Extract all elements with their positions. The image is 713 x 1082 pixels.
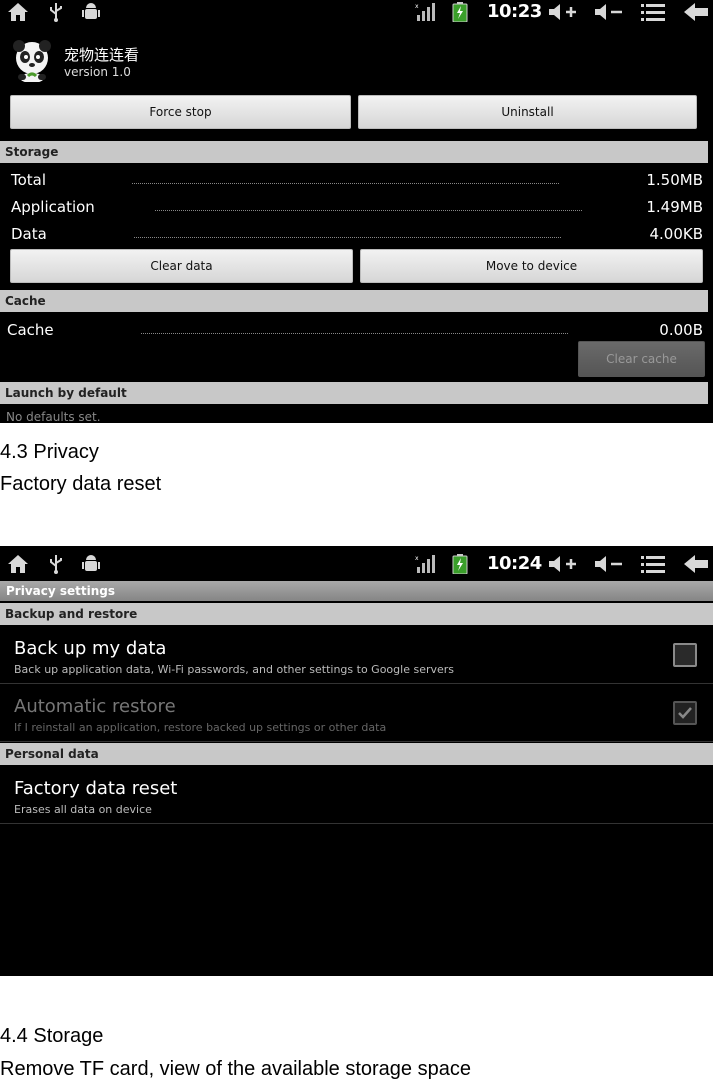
factory-data-reset-item[interactable]: Factory data reset Erases all data on de… <box>0 766 713 824</box>
row-label: Cache <box>7 321 54 339</box>
android-debug-icon <box>80 2 102 22</box>
svg-text:x: x <box>415 3 419 10</box>
battery-charging-icon <box>450 2 470 22</box>
page-title: Privacy settings <box>0 581 713 601</box>
clear-data-button[interactable]: Clear data <box>10 249 353 283</box>
svg-text:x: x <box>415 555 419 562</box>
force-stop-button[interactable]: Force stop <box>10 95 351 129</box>
automatic-restore-item[interactable]: Automatic restore If I reinstall an appl… <box>0 684 713 742</box>
pref-title: Automatic restore <box>14 696 176 717</box>
privacy-settings-screenshot: x 10:24 Privacy settings Backup and rest… <box>0 546 713 976</box>
backup-my-data-item[interactable]: Back up my data Back up application data… <box>0 626 713 684</box>
clock: 10:24 <box>487 553 542 574</box>
battery-charging-icon <box>450 554 470 574</box>
volume-down-icon[interactable] <box>592 554 624 574</box>
row-value: 1.50MB <box>646 171 703 189</box>
storage-description: Remove TF card, view of the available st… <box>0 1058 471 1080</box>
pref-title: Factory data reset <box>14 778 178 799</box>
signal-icon: x <box>414 2 438 22</box>
row-label: Application <box>11 198 95 216</box>
uninstall-button[interactable]: Uninstall <box>358 95 697 129</box>
app-name: 宠物连连看 <box>64 46 140 64</box>
signal-icon: x <box>414 554 438 574</box>
usb-icon <box>46 2 66 22</box>
pref-summary: If I reinstall an application, restore b… <box>14 721 387 734</box>
launch-section-header: Launch by default <box>0 382 708 404</box>
storage-row-total: Total 1.50MB <box>0 167 713 193</box>
clear-cache-button[interactable]: Clear cache <box>578 341 705 377</box>
volume-up-icon[interactable] <box>546 2 578 22</box>
clock: 10:23 <box>487 1 542 22</box>
menu-icon[interactable] <box>639 2 667 22</box>
row-value: 4.00KB <box>649 225 703 243</box>
volume-up-icon[interactable] <box>546 554 578 574</box>
no-defaults-text: No defaults set. <box>6 410 101 423</box>
dotted-leader <box>134 237 561 238</box>
storage-row-application: Application 1.49MB <box>0 194 713 220</box>
dotted-leader <box>155 210 582 211</box>
pref-summary: Erases all data on device <box>14 803 152 816</box>
android-debug-icon <box>80 554 102 574</box>
status-bar: x 10:24 <box>0 552 713 576</box>
back-icon[interactable] <box>682 554 710 574</box>
home-icon[interactable] <box>5 554 31 574</box>
cache-row: Cache 0.00B <box>0 317 713 343</box>
row-value: 0.00B <box>659 321 703 339</box>
checkmark-icon <box>678 707 692 719</box>
move-to-device-button[interactable]: Move to device <box>360 249 703 283</box>
dotted-leader <box>141 333 568 334</box>
home-icon[interactable] <box>5 2 31 22</box>
pref-title: Back up my data <box>14 638 167 659</box>
usb-icon <box>46 554 66 574</box>
menu-icon[interactable] <box>639 554 667 574</box>
backup-section-header: Backup and restore <box>0 603 713 625</box>
backup-checkbox[interactable] <box>673 643 697 667</box>
app-info-screenshot: x 10:23 宠物连连看 version 1.0 Force stop Uni… <box>0 0 713 423</box>
storage-row-data: Data 4.00KB <box>0 221 713 247</box>
status-bar: x 10:23 <box>0 0 713 24</box>
row-label: Total <box>11 171 47 189</box>
app-header: 宠物连连看 version 1.0 <box>0 36 713 86</box>
personal-data-section-header: Personal data <box>0 743 713 765</box>
app-version: version 1.0 <box>64 65 131 79</box>
cache-section-header: Cache <box>0 290 708 312</box>
dotted-leader <box>132 183 559 184</box>
section-heading-storage: 4.4 Storage <box>0 1025 104 1047</box>
back-icon[interactable] <box>682 2 710 22</box>
row-value: 1.49MB <box>646 198 703 216</box>
section-heading-privacy: 4.3 Privacy <box>0 441 99 463</box>
row-label: Data <box>11 225 47 243</box>
volume-down-icon[interactable] <box>592 2 624 22</box>
automatic-restore-checkbox[interactable] <box>673 701 697 725</box>
panda-app-icon <box>10 38 54 83</box>
pref-summary: Back up application data, Wi-Fi password… <box>14 663 455 676</box>
privacy-description: Factory data reset <box>0 473 162 495</box>
storage-section-header: Storage <box>0 141 708 163</box>
